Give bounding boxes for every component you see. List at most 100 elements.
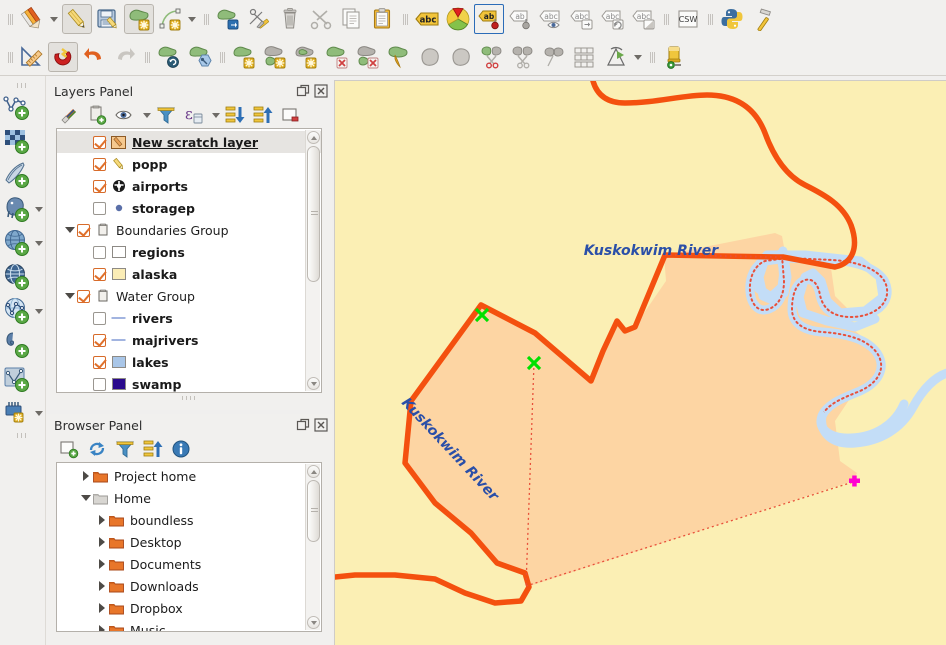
map-render[interactable]: Kuskokwim River Kuskokwim River: [335, 81, 946, 645]
expander-right-icon[interactable]: [95, 601, 109, 615]
split-parts-icon[interactable]: [508, 42, 538, 72]
layer-visibility-checkbox[interactable]: [77, 290, 90, 303]
layer-visibility-checkbox[interactable]: [93, 180, 106, 193]
expander-right-icon[interactable]: [95, 535, 109, 549]
layer-row[interactable]: lakes: [57, 351, 321, 373]
cut-features-icon[interactable]: [306, 4, 336, 34]
offset-curve-icon[interactable]: [415, 42, 445, 72]
new-shapefile-layer-icon[interactable]: [1, 363, 33, 395]
toolbar-handle[interactable]: [6, 8, 15, 30]
label-rotate-icon[interactable]: abc: [598, 4, 628, 34]
browser-tree[interactable]: Project homeHomeboundlessDesktopDocument…: [57, 463, 321, 632]
filter-browser-icon[interactable]: [112, 437, 138, 461]
browser-row[interactable]: boundless: [57, 509, 321, 531]
layer-row[interactable]: regions: [57, 241, 321, 263]
left-toolbar-handle-bottom[interactable]: [0, 430, 46, 440]
layer-visibility-checkbox[interactable]: [93, 312, 106, 325]
add-wfs-layer-caret[interactable]: [33, 295, 45, 327]
label-show-hide-icon[interactable]: abc: [536, 4, 566, 34]
label-move-icon[interactable]: abc: [567, 4, 597, 34]
add-wms-layer-caret[interactable]: [33, 227, 45, 259]
expander-right-icon[interactable]: [95, 579, 109, 593]
reshape-features-icon[interactable]: [384, 42, 414, 72]
add-wfs-layer-icon[interactable]: [1, 295, 33, 327]
browser-row[interactable]: Desktop: [57, 531, 321, 553]
redo-icon[interactable]: [110, 42, 140, 72]
browser-row[interactable]: Music: [57, 619, 321, 632]
manage-layer-visibility-icon[interactable]: [112, 103, 138, 127]
collapse-all-browser-icon[interactable]: [140, 437, 166, 461]
save-layer-edits-icon[interactable]: [93, 4, 123, 34]
manage-layer-visibility-caret[interactable]: [140, 103, 153, 127]
new-memory-layer-icon[interactable]: [1, 397, 33, 429]
add-selected-layers-icon[interactable]: [56, 437, 82, 461]
map-canvas[interactable]: Kuskokwim River Kuskokwim River: [334, 80, 946, 645]
paste-features-icon[interactable]: [368, 4, 398, 34]
browser-panel-close-icon[interactable]: [314, 418, 328, 432]
delete-selected-icon[interactable]: [275, 4, 305, 34]
add-group-icon[interactable]: [84, 103, 110, 127]
reshape-features-icon-2[interactable]: [446, 42, 476, 72]
pencils-edits-icon[interactable]: [17, 4, 47, 34]
expander-right-icon[interactable]: [95, 513, 109, 527]
layer-visibility-checkbox[interactable]: [93, 136, 106, 149]
layer-visibility-checkbox[interactable]: [93, 158, 106, 171]
layer-visibility-checkbox[interactable]: [93, 334, 106, 347]
advanced-digitizing-icon[interactable]: [659, 42, 689, 72]
browser-scroll-thumb[interactable]: [307, 480, 320, 542]
pencils-edits-caret[interactable]: [48, 4, 60, 34]
layer-visibility-checkbox[interactable]: [93, 268, 106, 281]
scroll-down-arrow-icon[interactable]: [307, 377, 320, 390]
layer-visibility-checkbox[interactable]: [93, 202, 106, 215]
layer-row[interactable]: Water Group: [57, 285, 321, 307]
move-feature-icon[interactable]: [213, 4, 243, 34]
browser-tree-container[interactable]: Project homeHomeboundlessDesktopDocument…: [56, 462, 322, 632]
add-postgis-layer-icon[interactable]: [1, 193, 33, 225]
add-wms-layer-icon[interactable]: [1, 227, 33, 259]
layer-visibility-checkbox[interactable]: [93, 246, 106, 259]
expander-right-icon[interactable]: [95, 623, 109, 632]
csw-icon[interactable]: CSW: [673, 4, 703, 34]
add-delimited-text-layer-icon[interactable]: [1, 329, 33, 361]
browser-tree-scrollbar[interactable]: [305, 464, 320, 630]
merge-features-icon[interactable]: [539, 42, 569, 72]
layer-row[interactable]: airports: [57, 175, 321, 197]
merge-attributes-icon[interactable]: [570, 42, 600, 72]
toggle-editing-icon[interactable]: [62, 4, 92, 34]
add-polygon-feature-icon[interactable]: [124, 4, 154, 34]
plugin-hammer-icon[interactable]: [748, 4, 778, 34]
layer-visibility-checkbox[interactable]: [93, 356, 106, 369]
label-abc-icon[interactable]: abc: [412, 4, 442, 34]
layer-visibility-checkbox[interactable]: [77, 224, 90, 237]
browser-row[interactable]: Downloads: [57, 575, 321, 597]
filter-legend-expression-icon[interactable]: ε: [181, 103, 207, 127]
scroll-up-arrow-icon[interactable]: [307, 131, 320, 144]
measure-icon[interactable]: [17, 42, 47, 72]
add-raster-layer-icon[interactable]: [1, 125, 33, 157]
layer-row[interactable]: New scratch layer: [57, 131, 321, 153]
expander-right-icon[interactable]: [79, 469, 93, 483]
layers-tree[interactable]: New scratch layerpoppairportsstoragepBou…: [57, 129, 321, 393]
python-console-icon[interactable]: [717, 4, 747, 34]
layer-row[interactable]: rivers: [57, 307, 321, 329]
layer-row[interactable]: storagep: [57, 197, 321, 219]
browser-scroll-down-arrow-icon[interactable]: [307, 616, 320, 629]
layer-row[interactable]: swamp: [57, 373, 321, 393]
add-line-feature-caret[interactable]: [186, 4, 198, 34]
browser-row[interactable]: Project home: [57, 465, 321, 487]
left-toolbar-handle[interactable]: [0, 80, 46, 90]
scroll-thumb[interactable]: [307, 146, 320, 282]
filter-legend-icon[interactable]: [153, 103, 179, 127]
browser-row[interactable]: Home: [57, 487, 321, 509]
add-part-icon[interactable]: [260, 42, 290, 72]
layer-row[interactable]: Boundaries Group: [57, 219, 321, 241]
rotate-feature-icon[interactable]: [154, 42, 184, 72]
label-change-icon[interactable]: abc: [629, 4, 659, 34]
layers-panel-close-icon[interactable]: [314, 84, 328, 98]
label-pin-highlight-icon[interactable]: ab: [474, 4, 504, 34]
add-postgis-layer-caret[interactable]: [33, 193, 45, 225]
remove-layer-icon[interactable]: [278, 103, 304, 127]
snapping-magnet-icon[interactable]: [48, 42, 78, 72]
browser-row[interactable]: Dropbox: [57, 597, 321, 619]
refresh-icon[interactable]: [84, 437, 110, 461]
